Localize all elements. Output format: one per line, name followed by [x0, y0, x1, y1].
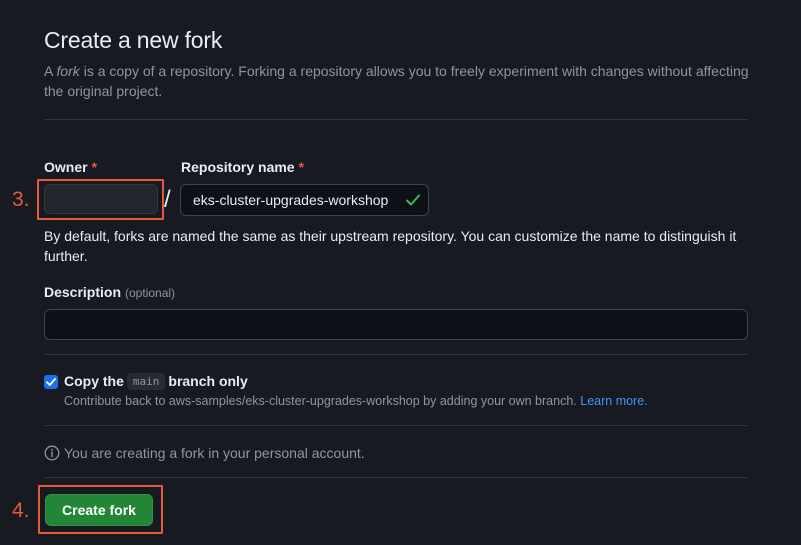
required-mark: *	[298, 159, 305, 175]
repo-name-input[interactable]: eks-cluster-upgrades-workshop	[180, 184, 429, 216]
copy-branch-description: Contribute back to aws-samples/eks-clust…	[64, 394, 648, 408]
copy-main-branch-checkbox[interactable]	[44, 375, 58, 389]
check-icon	[406, 194, 420, 206]
divider	[44, 477, 748, 478]
learn-more-link[interactable]: Learn more.	[580, 394, 647, 408]
step-annotation-3: 3.	[12, 188, 30, 211]
owner-repo-separator: /	[164, 186, 171, 213]
repo-name-label: Repository name *	[181, 159, 305, 175]
divider	[44, 425, 748, 426]
fork-emphasis: fork	[56, 63, 80, 79]
create-fork-page: Create a new fork A fork is a copy of a …	[0, 0, 801, 545]
branch-name-code: main	[126, 373, 166, 390]
divider	[44, 354, 748, 355]
owner-label: Owner *	[44, 159, 98, 175]
owner-select[interactable]	[44, 184, 158, 214]
description-label: Description (optional)	[44, 284, 176, 300]
personal-account-info: You are creating a fork in your personal…	[64, 445, 365, 461]
page-title: Create a new fork	[44, 27, 223, 53]
description-input[interactable]	[44, 309, 748, 340]
fork-name-helper-text: By default, forks are named the same as …	[44, 228, 737, 264]
intro-text: A fork is a copy of a repository. Forkin…	[44, 63, 749, 99]
step-annotation-4: 4.	[12, 499, 30, 522]
required-mark: *	[91, 159, 98, 175]
info-icon	[44, 445, 60, 461]
checkmark-icon	[46, 378, 56, 386]
create-fork-button[interactable]: Create fork	[45, 494, 153, 526]
optional-tag: (optional)	[125, 286, 176, 300]
copy-main-branch-label[interactable]: Copy the main branch only	[64, 373, 248, 390]
divider	[44, 119, 748, 120]
